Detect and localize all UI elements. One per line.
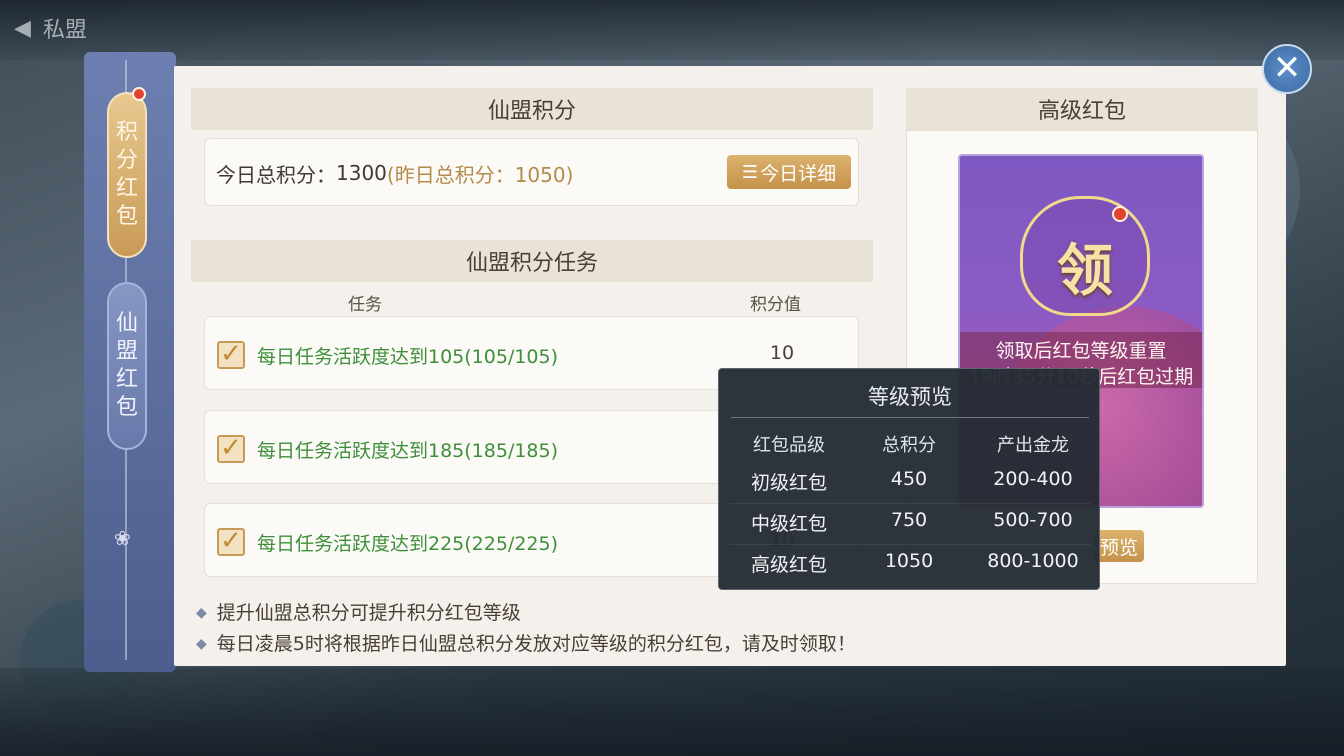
- packet-caption-reset: 领取后红包等级重置: [995, 340, 1167, 362]
- tooltip-cell: 中级红包: [750, 513, 827, 535]
- background-back-area: ◀ 私盟: [14, 10, 154, 46]
- tab-label-char: 包: [115, 204, 138, 229]
- detail-button-label: 今日详细: [760, 162, 837, 185]
- task-description: 每日任务活跃度达到105(105/105): [257, 346, 559, 368]
- notification-badge: [132, 87, 146, 101]
- notes-list: ◆ 提升仙盟总积分可提升积分红包等级 ◆ 每日凌晨5时将根据昨日仙盟总积分发放对…: [196, 598, 856, 660]
- tooltip-cell: 高级红包: [750, 554, 827, 576]
- task-description: 每日任务活跃度达到185(185/185): [257, 440, 559, 462]
- packet-claim-character: 领: [1057, 238, 1113, 304]
- tooltip-cell: 800-1000: [987, 550, 1079, 572]
- background-title: 私盟: [42, 18, 87, 43]
- note-text: 每日凌晨5时将根据昨日仙盟总积分发放对应等级的积分红包，请及时领取！: [216, 633, 856, 655]
- tab-label-char: 包: [115, 395, 138, 420]
- checkmark-icon[interactable]: ✓: [217, 341, 245, 369]
- preview-button[interactable]: 预览: [1094, 530, 1144, 562]
- preview-button-label: 预览: [1099, 536, 1138, 559]
- tab-label-char: 红: [115, 367, 138, 392]
- today-score-label: 今日总积分：: [216, 162, 336, 187]
- tab-label-char: 红: [115, 176, 138, 201]
- tasks-section-title: 仙盟积分任务: [465, 251, 598, 276]
- note-text: 提升仙盟总积分可提升积分红包等级: [216, 602, 521, 624]
- lotus-ornament-icon: ❀: [114, 526, 131, 550]
- yesterday-score: (昨日总积分：1050): [386, 162, 574, 187]
- tooltip-row-divider: [729, 503, 1091, 504]
- tab-alliance-red-packet[interactable]: 仙 盟 红 包: [107, 282, 147, 450]
- task-points: 10: [769, 342, 795, 364]
- note-item: ◆ 每日凌晨5时将根据昨日仙盟总积分发放对应等级的积分红包，请及时领取！: [196, 629, 856, 660]
- diamond-bullet-icon: ◆: [196, 636, 207, 652]
- tooltip-cell: 初级红包: [750, 472, 827, 494]
- tooltip-divider: [731, 417, 1089, 418]
- checkmark-icon[interactable]: ✓: [217, 528, 245, 556]
- tooltip-header-grade: 红包品级: [753, 435, 825, 456]
- close-button[interactable]: ✕: [1262, 44, 1312, 94]
- diamond-bullet-icon: ◆: [196, 605, 207, 621]
- tooltip-header-score: 总积分: [882, 435, 936, 456]
- score-section-title: 仙盟积分: [487, 99, 576, 124]
- tooltip-cell: 750: [890, 509, 928, 531]
- tooltip-cell: 1050: [884, 550, 934, 572]
- task-description: 每日任务活跃度达到225(225/225): [257, 533, 559, 555]
- tasks-section-header: 仙盟积分任务: [191, 240, 873, 282]
- back-arrow-icon: ◀: [14, 15, 31, 41]
- list-icon: ☰: [741, 161, 758, 183]
- background-bottom-bar: [0, 668, 1344, 756]
- notification-badge: [1112, 206, 1128, 222]
- tooltip-header-output: 产出金龙: [997, 435, 1069, 456]
- tooltip-cell: 450: [890, 468, 928, 490]
- tab-label-char: 分: [115, 148, 138, 173]
- tooltip-title: 等级预览: [868, 385, 952, 409]
- score-section-header: 仙盟积分: [191, 88, 873, 130]
- tooltip-row-divider: [729, 544, 1091, 545]
- note-item: ◆ 提升仙盟总积分可提升积分红包等级: [196, 598, 856, 629]
- tooltip-cell: 200-400: [993, 468, 1073, 490]
- today-score-value: 1300: [336, 161, 387, 185]
- level-preview-tooltip: 等级预览 红包品级 总积分 产出金龙 初级红包 450 200-400 中级红包…: [718, 368, 1100, 590]
- column-header-task: 任务: [348, 295, 382, 315]
- close-icon: ✕: [1272, 48, 1302, 88]
- checkmark-icon[interactable]: ✓: [217, 435, 245, 463]
- packet-section-title: 高级红包: [1037, 99, 1126, 124]
- tab-label-char: 仙: [115, 311, 138, 336]
- packet-section-header: 高级红包: [906, 88, 1258, 130]
- column-header-points: 积分值: [750, 295, 801, 315]
- tab-points-red-packet[interactable]: 积 分 红 包: [107, 92, 147, 258]
- score-summary: 今日总积分： 1300 (昨日总积分：1050): [216, 156, 573, 190]
- tab-label-char: 积: [115, 120, 138, 145]
- today-detail-button[interactable]: ☰ 今日详细: [727, 155, 851, 189]
- tab-label-char: 盟: [115, 339, 138, 364]
- tooltip-cell: 500-700: [993, 509, 1073, 531]
- background-top-bar: [0, 0, 1344, 60]
